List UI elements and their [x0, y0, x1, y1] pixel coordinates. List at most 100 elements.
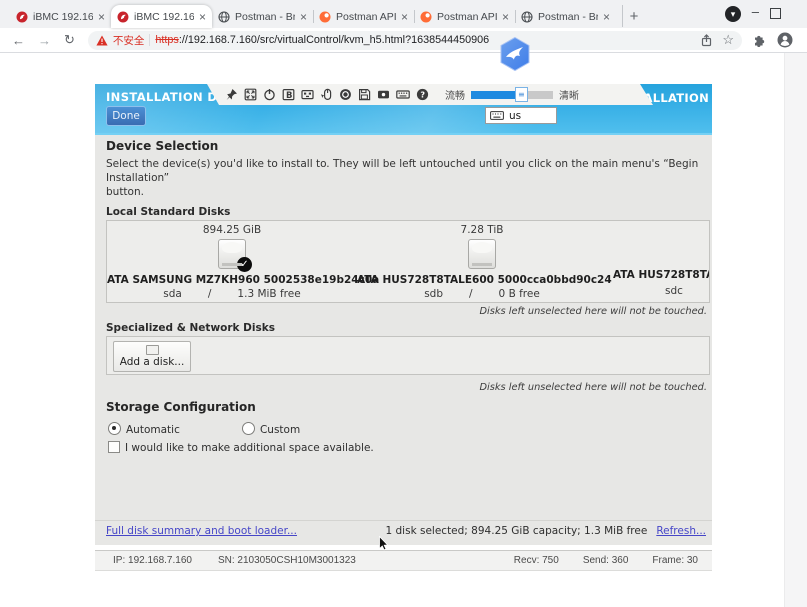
tab-ibmc-2-active[interactable]: iBMC 192.168.7.16 × — [111, 5, 212, 28]
done-button[interactable]: Done — [106, 106, 146, 126]
b-key-icon[interactable]: B — [282, 88, 295, 101]
tab-postman-api-1[interactable]: Postman API Platfo × — [313, 5, 414, 28]
svg-text:B: B — [286, 91, 292, 101]
window-minimize-button[interactable]: – — [752, 4, 759, 19]
disk-model: ATA SAMSUNG MZ7KH960 5002538e19b24c0a — [107, 274, 357, 286]
tab-postman-api-2[interactable]: Postman API Platfo × — [414, 5, 515, 28]
hid-icon[interactable] — [301, 88, 314, 101]
omnibox-divider — [149, 34, 150, 46]
disk-size: 7.28 TiB — [357, 224, 607, 236]
kvm-serial-number: SN: 2103050CSH10M3001323 — [218, 555, 356, 566]
refresh-link[interactable]: Refresh... — [656, 525, 706, 537]
additional-space-label: I would like to make additional space av… — [125, 442, 374, 454]
tab-close-icon[interactable]: × — [401, 11, 408, 23]
bookmark-star-icon[interactable]: ☆ — [722, 32, 734, 48]
radio-automatic[interactable] — [108, 422, 121, 435]
browser-navbar: ← → ↻ 不安全 https://192.168.7.160/src/virt… — [0, 28, 807, 53]
address-bar[interactable]: 不安全 https://192.168.7.160/src/virtualCon… — [88, 31, 742, 50]
tab-search-button[interactable]: ▾ — [725, 6, 741, 22]
extensions-puzzle-icon[interactable] — [752, 33, 766, 47]
pin-icon[interactable] — [225, 88, 238, 101]
share-icon[interactable] — [700, 34, 713, 47]
tab-postman-browse-1[interactable]: Postman - Browse × — [212, 5, 313, 28]
tab-close-icon[interactable]: × — [300, 11, 307, 23]
tab-title: Postman API Platfo — [437, 11, 497, 23]
network-disks-panel: Add a disk... — [106, 336, 710, 375]
disk-size: 894.25 GiB — [107, 224, 357, 236]
kvm-recv: Recv: 750 — [514, 555, 559, 566]
kvm-send: Send: 360 — [583, 555, 629, 566]
mouse-icon[interactable] — [320, 88, 333, 101]
back-button[interactable]: ← — [12, 33, 25, 48]
device-selection-intro: Select the device(s) you'd like to insta… — [106, 157, 706, 199]
url-scheme: https — [155, 34, 178, 46]
unselected-note: Disks left unselected here will not be t… — [479, 306, 707, 317]
ibmc-favicon-icon — [117, 11, 129, 23]
postman-favicon-icon — [319, 11, 331, 23]
disk-model: ATA HUS728T8TAL — [613, 269, 710, 281]
disk-sda[interactable]: 894.25 GiB ✓ ATA SAMSUNG MZ7KH960 500253… — [107, 221, 357, 302]
add-disk-button[interactable]: Add a disk... — [113, 341, 191, 372]
selection-summary: 1 disk selected; 894.25 GiB capacity; 1.… — [386, 525, 648, 537]
kvm-status-bar: IP: 192.168.7.160 SN: 2103050CSH10M30013… — [95, 550, 712, 571]
radio-automatic-label: Automatic — [126, 424, 180, 436]
page-right-gutter — [784, 53, 807, 607]
tab-postman-browse-2[interactable]: Postman - Browse × — [515, 5, 616, 28]
floppy-icon[interactable] — [358, 88, 371, 101]
bottom-divider — [95, 520, 712, 521]
security-warning-icon — [96, 35, 108, 46]
tab-close-icon[interactable]: × — [98, 11, 105, 23]
additional-space-row: I would like to make additional space av… — [108, 436, 374, 455]
globe-favicon-icon — [218, 11, 230, 23]
disk-sdc[interactable]: 7 ATA HUS728T8TAL sdc — [607, 221, 710, 302]
profile-avatar-icon[interactable] — [777, 32, 793, 48]
tab-close-icon[interactable]: × — [502, 11, 509, 23]
reload-button[interactable]: ↻ — [64, 32, 75, 48]
url-text: https://192.168.7.160/src/virtualControl… — [155, 34, 489, 46]
keyboard-layout-indicator[interactable]: us — [485, 107, 557, 124]
add-disk-icon — [146, 345, 159, 355]
disk-selected-check-icon: ✓ — [237, 257, 252, 272]
stream-slider-handle[interactable]: ≡ — [515, 87, 528, 102]
power-icon[interactable] — [263, 88, 276, 101]
kvm-ip: IP: 192.168.7.160 — [113, 555, 192, 566]
full-disk-summary-link[interactable]: Full disk summary and boot loader... — [106, 525, 297, 537]
tab-close-icon[interactable]: × — [603, 11, 610, 23]
disk-details: sda/1.3 MiB free — [107, 288, 357, 300]
smooth-label: 流畅 — [445, 87, 465, 102]
record-icon[interactable] — [339, 88, 352, 101]
security-warning-label: 不安全 — [113, 33, 145, 48]
url-rest: ://192.168.7.160/src/virtualControl/kvm_… — [179, 34, 489, 46]
new-tab-button[interactable]: + — [622, 5, 645, 27]
kvm-toolbar: B ? 流畅 ≡ 清晰 — [207, 84, 653, 105]
disk-model: ATA HUS728T8TALE600 5000cca0bbd90c24 — [357, 274, 607, 286]
additional-space-checkbox[interactable] — [108, 441, 120, 453]
stream-quality-slider: 流畅 ≡ 清晰 — [445, 87, 579, 102]
radio-custom[interactable] — [242, 422, 255, 435]
tab-close-icon[interactable]: × — [199, 11, 206, 23]
screen-icon[interactable] — [377, 88, 390, 101]
network-disks-heading: Specialized & Network Disks — [106, 322, 275, 334]
unselected-note-2: Disks left unselected here will not be t… — [479, 382, 707, 393]
tab-title: Postman - Browse — [235, 11, 295, 23]
storage-config-heading: Storage Configuration — [106, 400, 256, 414]
disk-sdb[interactable]: 7.28 TiB ATA HUS728T8TALE600 5000cca0bbd… — [357, 221, 607, 302]
storage-config-radios: Automatic Custom — [108, 418, 300, 437]
forward-button[interactable]: → — [38, 33, 51, 48]
keyboard-icon[interactable] — [396, 88, 410, 101]
anaconda-installer-screen: INSTALLATION DESTINATION INSTALLATION Do… — [95, 84, 712, 545]
keyboard-layout-value: us — [509, 110, 521, 122]
window-maximize-button[interactable] — [770, 8, 781, 19]
kvm-frame: Frame: 30 — [652, 555, 698, 566]
mouse-cursor-icon — [379, 536, 390, 551]
keyboard-layout-icon — [490, 111, 504, 120]
stream-slider-track[interactable]: ≡ — [471, 91, 553, 99]
local-disks-heading: Local Standard Disks — [106, 206, 230, 218]
thunder-download-logo-icon[interactable] — [497, 36, 533, 72]
tab-ibmc-1[interactable]: iBMC 192.168.7.16 × — [10, 5, 111, 28]
sharp-label: 清晰 — [559, 87, 579, 102]
tab-title: Postman - Browse — [538, 11, 598, 23]
fullscreen-icon[interactable] — [244, 88, 257, 101]
help-icon[interactable]: ? — [416, 88, 429, 101]
local-disks-panel: 894.25 GiB ✓ ATA SAMSUNG MZ7KH960 500253… — [106, 220, 710, 303]
